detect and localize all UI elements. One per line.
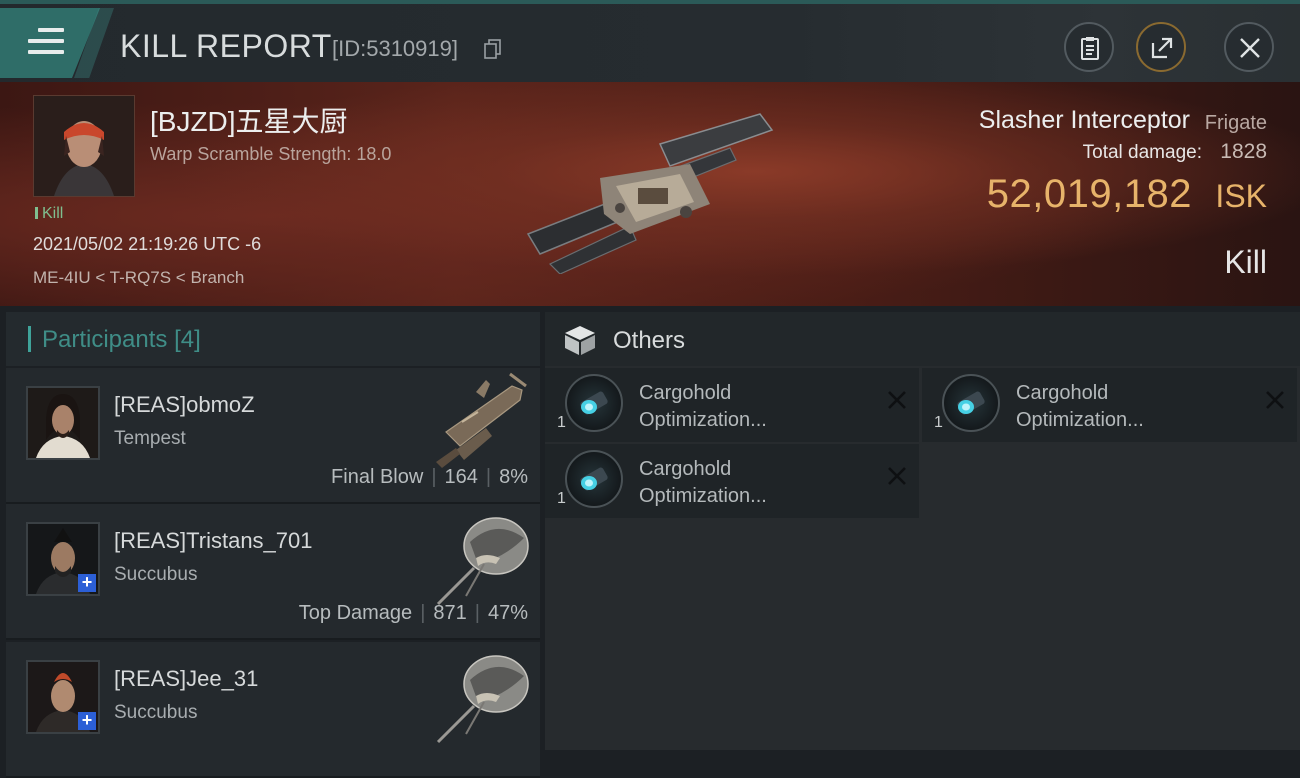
victim-avatar[interactable]	[33, 95, 135, 197]
participant-ship: Succubus	[114, 564, 198, 585]
header-bar: KILL REPORT [ID:5310919]	[0, 0, 1300, 82]
participant-stats: Final Blow | 164 | 8%	[331, 466, 528, 488]
avatar[interactable]: +	[26, 522, 100, 596]
participants-count: [4]	[174, 326, 201, 353]
clipboard-icon	[1081, 37, 1099, 60]
avatar[interactable]	[26, 386, 100, 460]
ship-image[interactable]	[426, 508, 536, 608]
page-title: KILL REPORT	[120, 28, 332, 64]
close-button[interactable]	[1224, 22, 1274, 72]
cargo-box-icon	[565, 326, 595, 355]
plus-icon: +	[78, 573, 96, 592]
victim-warp-scramble: Warp Scramble Strength: 18.0	[150, 144, 392, 164]
damage-percent: 8%	[499, 466, 528, 488]
result-label: Kill	[1224, 244, 1267, 280]
destroyed-x-icon	[888, 391, 906, 409]
participant-name[interactable]: [REAS]obmoZ	[114, 392, 255, 418]
avatar[interactable]: +	[26, 660, 100, 734]
kill-summary-banner: [BJZD]五星大厨 Warp Scramble Strength: 18.0 …	[0, 82, 1300, 306]
item-quantity: 1	[934, 414, 943, 431]
others-header: Others	[545, 312, 1300, 366]
damage-value: 871	[433, 602, 467, 624]
close-icon	[1240, 38, 1260, 58]
hamburger-icon	[28, 28, 64, 61]
kill-timestamp: 2021/05/02 21:19:26 UTC -6	[33, 234, 262, 254]
participant-row[interactable]: + [REAS]Tristans_701 Succubus Top Damage…	[6, 504, 540, 640]
final-blow-label: Final Blow	[331, 466, 424, 488]
participant-name[interactable]: [REAS]Jee_31	[114, 666, 258, 692]
ship-image[interactable]	[426, 372, 536, 472]
participant-name[interactable]: [REAS]Tristans_701	[114, 528, 313, 554]
header-accent-bar	[28, 326, 31, 352]
damage-value: 164	[444, 466, 478, 488]
plus-icon: +	[78, 711, 96, 730]
victim-ship-image[interactable]	[520, 104, 780, 274]
ship-image[interactable]	[426, 646, 536, 746]
victim-ship-class: Frigate	[1204, 112, 1267, 134]
item-icon[interactable]	[565, 450, 623, 508]
report-id: [ID:5310919]	[332, 36, 458, 61]
participant-stats: Top Damage | 871 | 47%	[298, 602, 528, 624]
isk-value: 52,019,182	[986, 172, 1192, 216]
item-name: Cargohold Optimization...	[639, 458, 767, 507]
copy-icon[interactable]	[484, 39, 502, 59]
others-title: Others	[613, 327, 686, 354]
item-icon[interactable]	[942, 374, 1000, 432]
participants-header: Participants [4]	[6, 312, 540, 366]
item-name: Cargohold Optimization...	[1016, 382, 1144, 431]
participants-title: Participants [4]	[42, 326, 201, 353]
kill-tag: Kill	[35, 205, 63, 223]
participants-panel: Participants [4] [REAS]obmoZ Tempest Fin…	[6, 312, 540, 778]
victim-ship-name[interactable]: Slasher Interceptor	[979, 106, 1190, 135]
victim-name[interactable]: [BJZD]五星大厨	[150, 100, 348, 140]
participant-row[interactable]: [REAS]obmoZ Tempest Final Blow | 164 | 8%	[6, 368, 540, 504]
clipboard-button[interactable]	[1064, 22, 1114, 72]
participant-ship: Tempest	[114, 428, 186, 449]
kill-location[interactable]: ME-4IU < T-RQ7S < Branch	[33, 268, 244, 288]
item-row[interactable]: 1 Cargohold Optimization...	[545, 368, 919, 442]
total-damage-value: 1828	[1220, 140, 1267, 163]
share-button[interactable]	[1136, 22, 1186, 72]
destroyed-x-icon	[888, 467, 906, 485]
item-row[interactable]: 1 Cargohold Optimization...	[545, 444, 919, 518]
share-icon	[1151, 37, 1173, 59]
item-quantity: 1	[557, 414, 566, 431]
isk-unit: ISK	[1215, 178, 1267, 214]
top-damage-label: Top Damage	[298, 602, 413, 624]
others-panel: Others 1 Cargohold Optimization... 1 Car…	[545, 312, 1300, 750]
participant-ship: Succubus	[114, 702, 198, 723]
item-quantity: 1	[557, 490, 566, 507]
damage-percent: 47%	[487, 602, 528, 624]
item-icon[interactable]	[565, 374, 623, 432]
destroyed-x-icon	[1266, 391, 1284, 409]
item-row[interactable]: 1 Cargohold Optimization...	[922, 368, 1297, 442]
item-name: Cargohold Optimization...	[639, 382, 767, 431]
participant-row[interactable]: + [REAS]Jee_31 Succubus	[6, 642, 540, 778]
total-damage-label: Total damage:	[1082, 142, 1202, 163]
